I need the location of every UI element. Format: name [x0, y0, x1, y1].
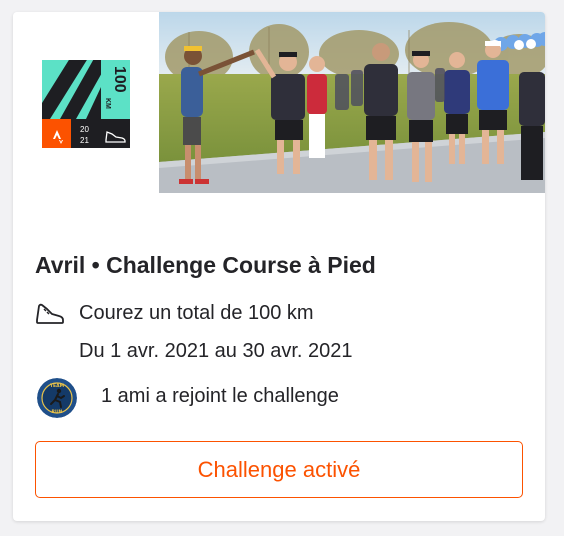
challenge-photo	[159, 12, 545, 193]
challenge-card[interactable]: 100 KM 20 21 Avril • Challenge Course à …	[13, 12, 545, 521]
challenge-activated-button[interactable]: Challenge activé	[35, 441, 523, 498]
badge-year-top: 20	[80, 125, 89, 134]
badge-year-bottom: 21	[80, 136, 89, 145]
challenge-title[interactable]: Avril • Challenge Course à Pied	[35, 252, 376, 279]
friends-joined[interactable]: 1 ami a rejoint le challenge	[101, 385, 339, 408]
challenge-goal: Courez un total de 100 km	[79, 302, 314, 324]
challenge-badge: 100 KM 20 21	[42, 60, 130, 148]
shoe-icon	[36, 303, 64, 324]
avatar-text-top: TEAM	[50, 383, 65, 389]
challenge-dates: Du 1 avr. 2021 au 30 avr. 2021	[79, 340, 353, 362]
friend-avatar[interactable]: TEAM RUN	[37, 378, 77, 418]
badge-unit: KM	[104, 98, 111, 109]
badge-distance: 100	[111, 66, 128, 93]
avatar-text-bottom: RUN	[52, 409, 63, 415]
